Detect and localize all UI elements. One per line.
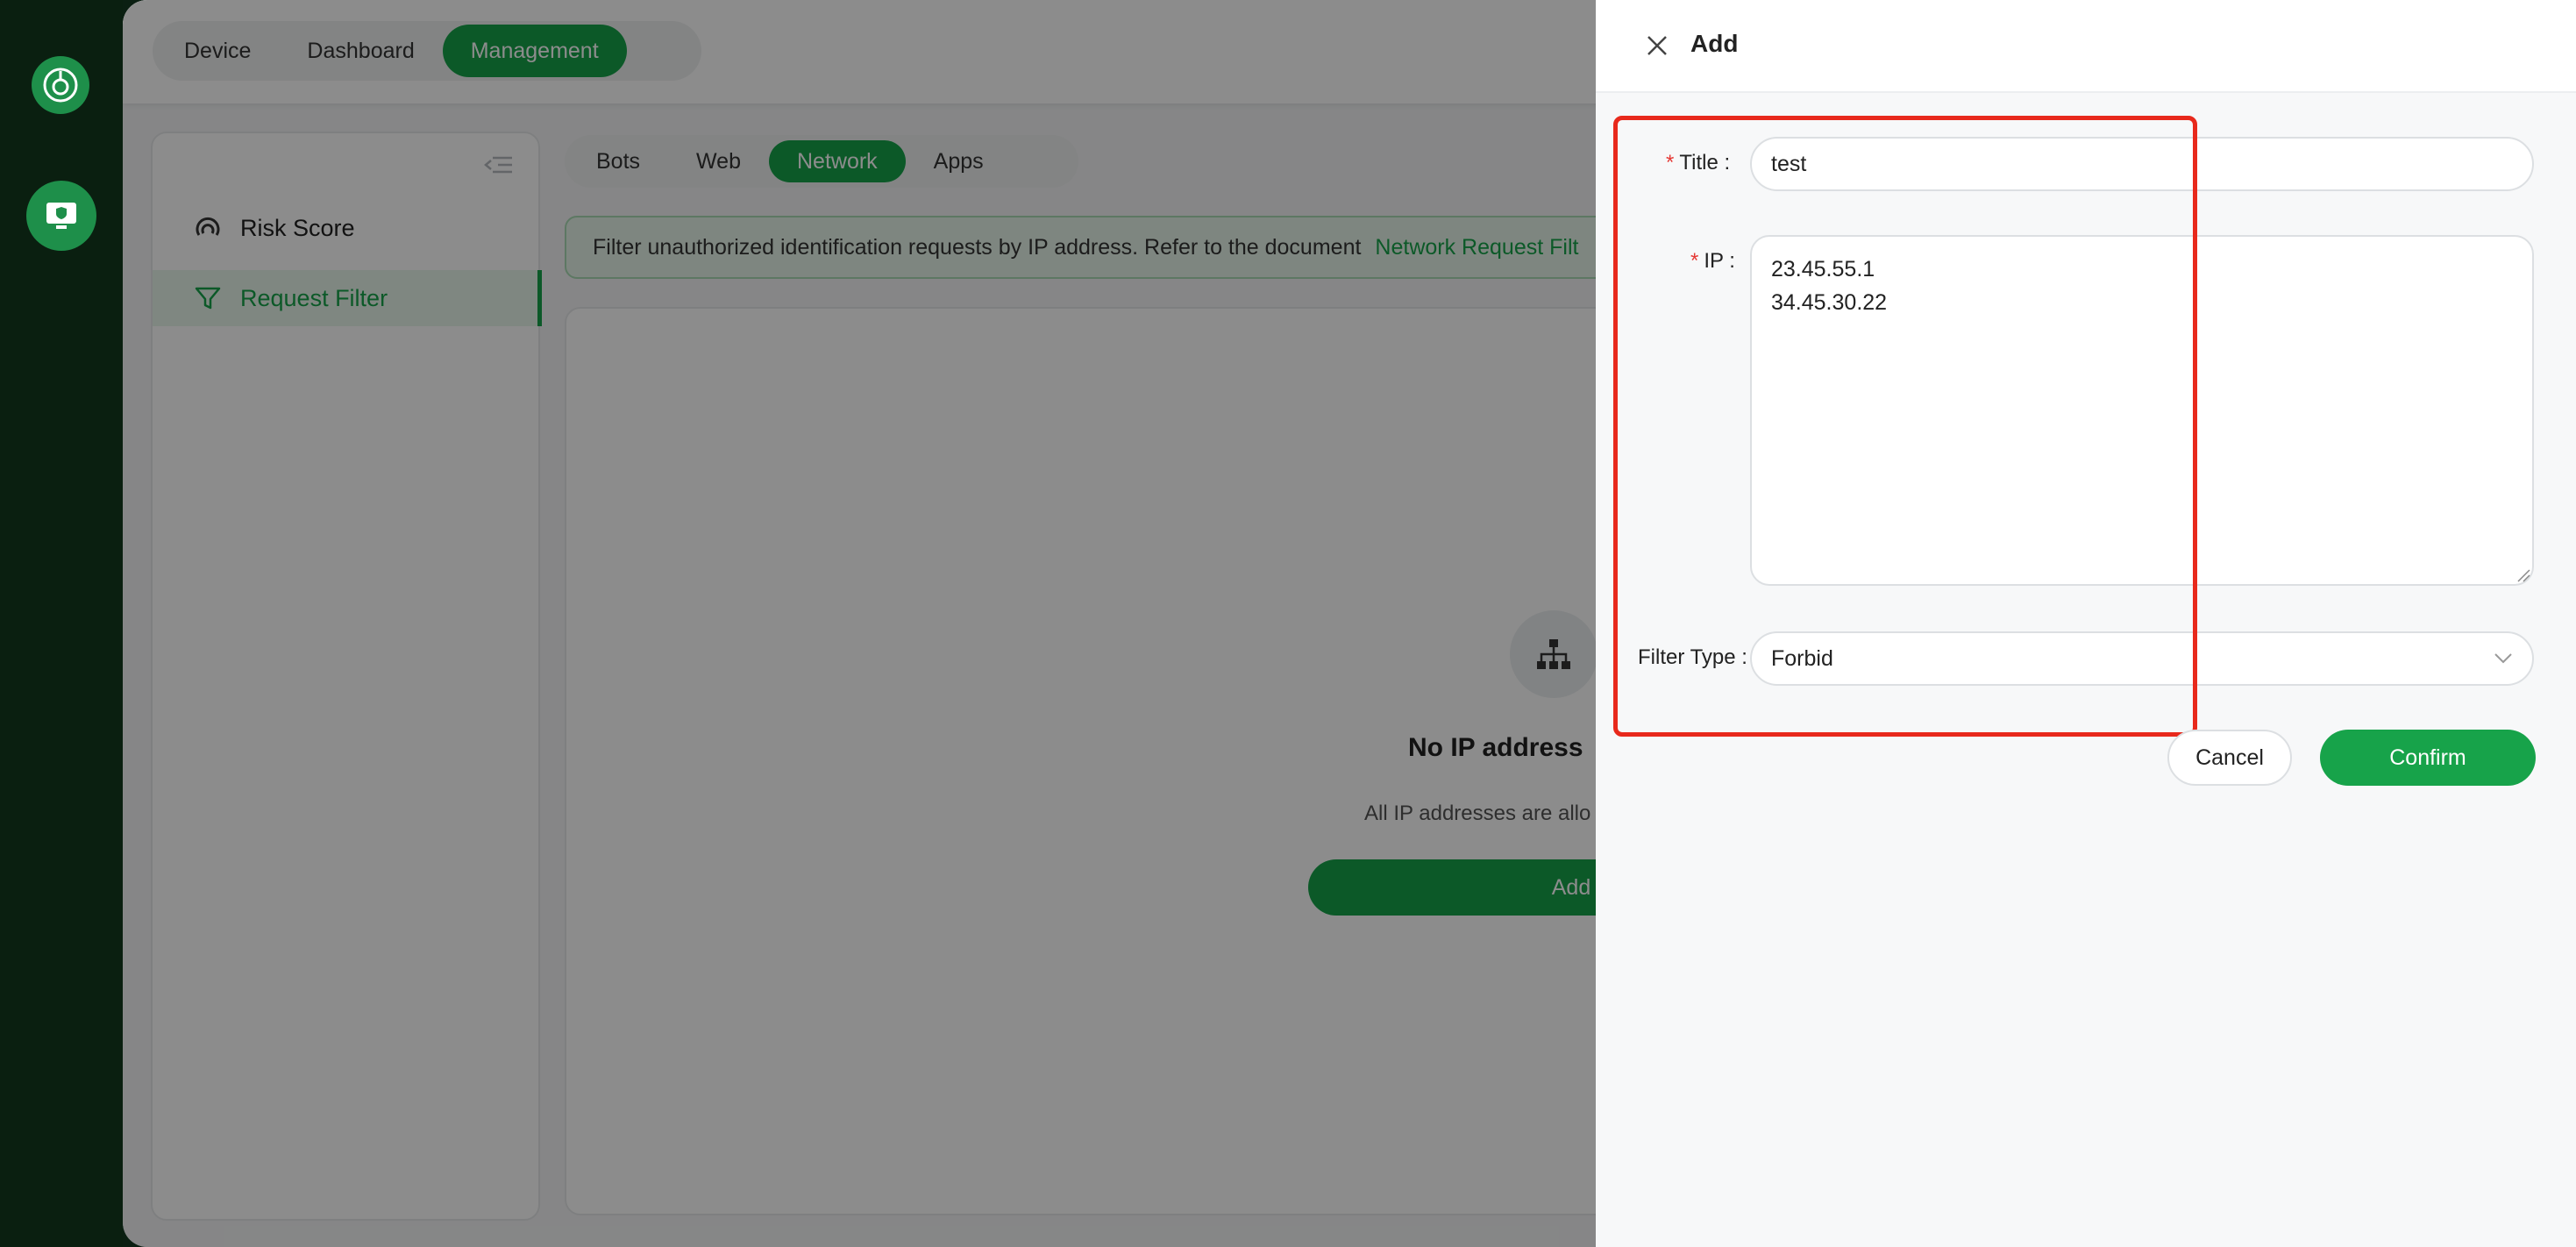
title-label: * Title : (1666, 151, 1731, 175)
shield-monitor-icon[interactable] (26, 181, 96, 251)
chevron-down-icon (2494, 653, 2512, 664)
filter-type-label-text: Filter Type (1638, 645, 1736, 669)
ip-label: * IP : (1690, 249, 1735, 273)
ip-label-text: IP (1704, 249, 1724, 273)
cancel-button[interactable]: Cancel (2167, 730, 2292, 786)
ip-textarea[interactable]: 23.45.55.1 34.45.30.22 (1750, 235, 2534, 586)
drawer-title: Add (1690, 30, 1739, 57)
left-rail (0, 0, 123, 1247)
confirm-button[interactable]: Confirm (2320, 730, 2536, 786)
drawer-header: Add (1596, 0, 2576, 93)
filter-type-value: Forbid (1771, 645, 1833, 671)
required-mark: * (1666, 151, 1675, 175)
required-mark: * (1690, 249, 1699, 273)
add-drawer: Add *Title : *IP : 23.45.55.1 34.45.30.2… (1596, 0, 2576, 1247)
filter-type-select[interactable]: Forbid (1750, 631, 2534, 686)
close-icon[interactable] (1643, 32, 1671, 60)
filter-type-label: Filter Type : (1638, 645, 1747, 669)
title-label-text: Title (1679, 151, 1719, 175)
app-logo-icon[interactable] (32, 56, 89, 114)
resize-handle-icon[interactable] (2516, 568, 2530, 582)
title-input[interactable] (1750, 137, 2534, 191)
